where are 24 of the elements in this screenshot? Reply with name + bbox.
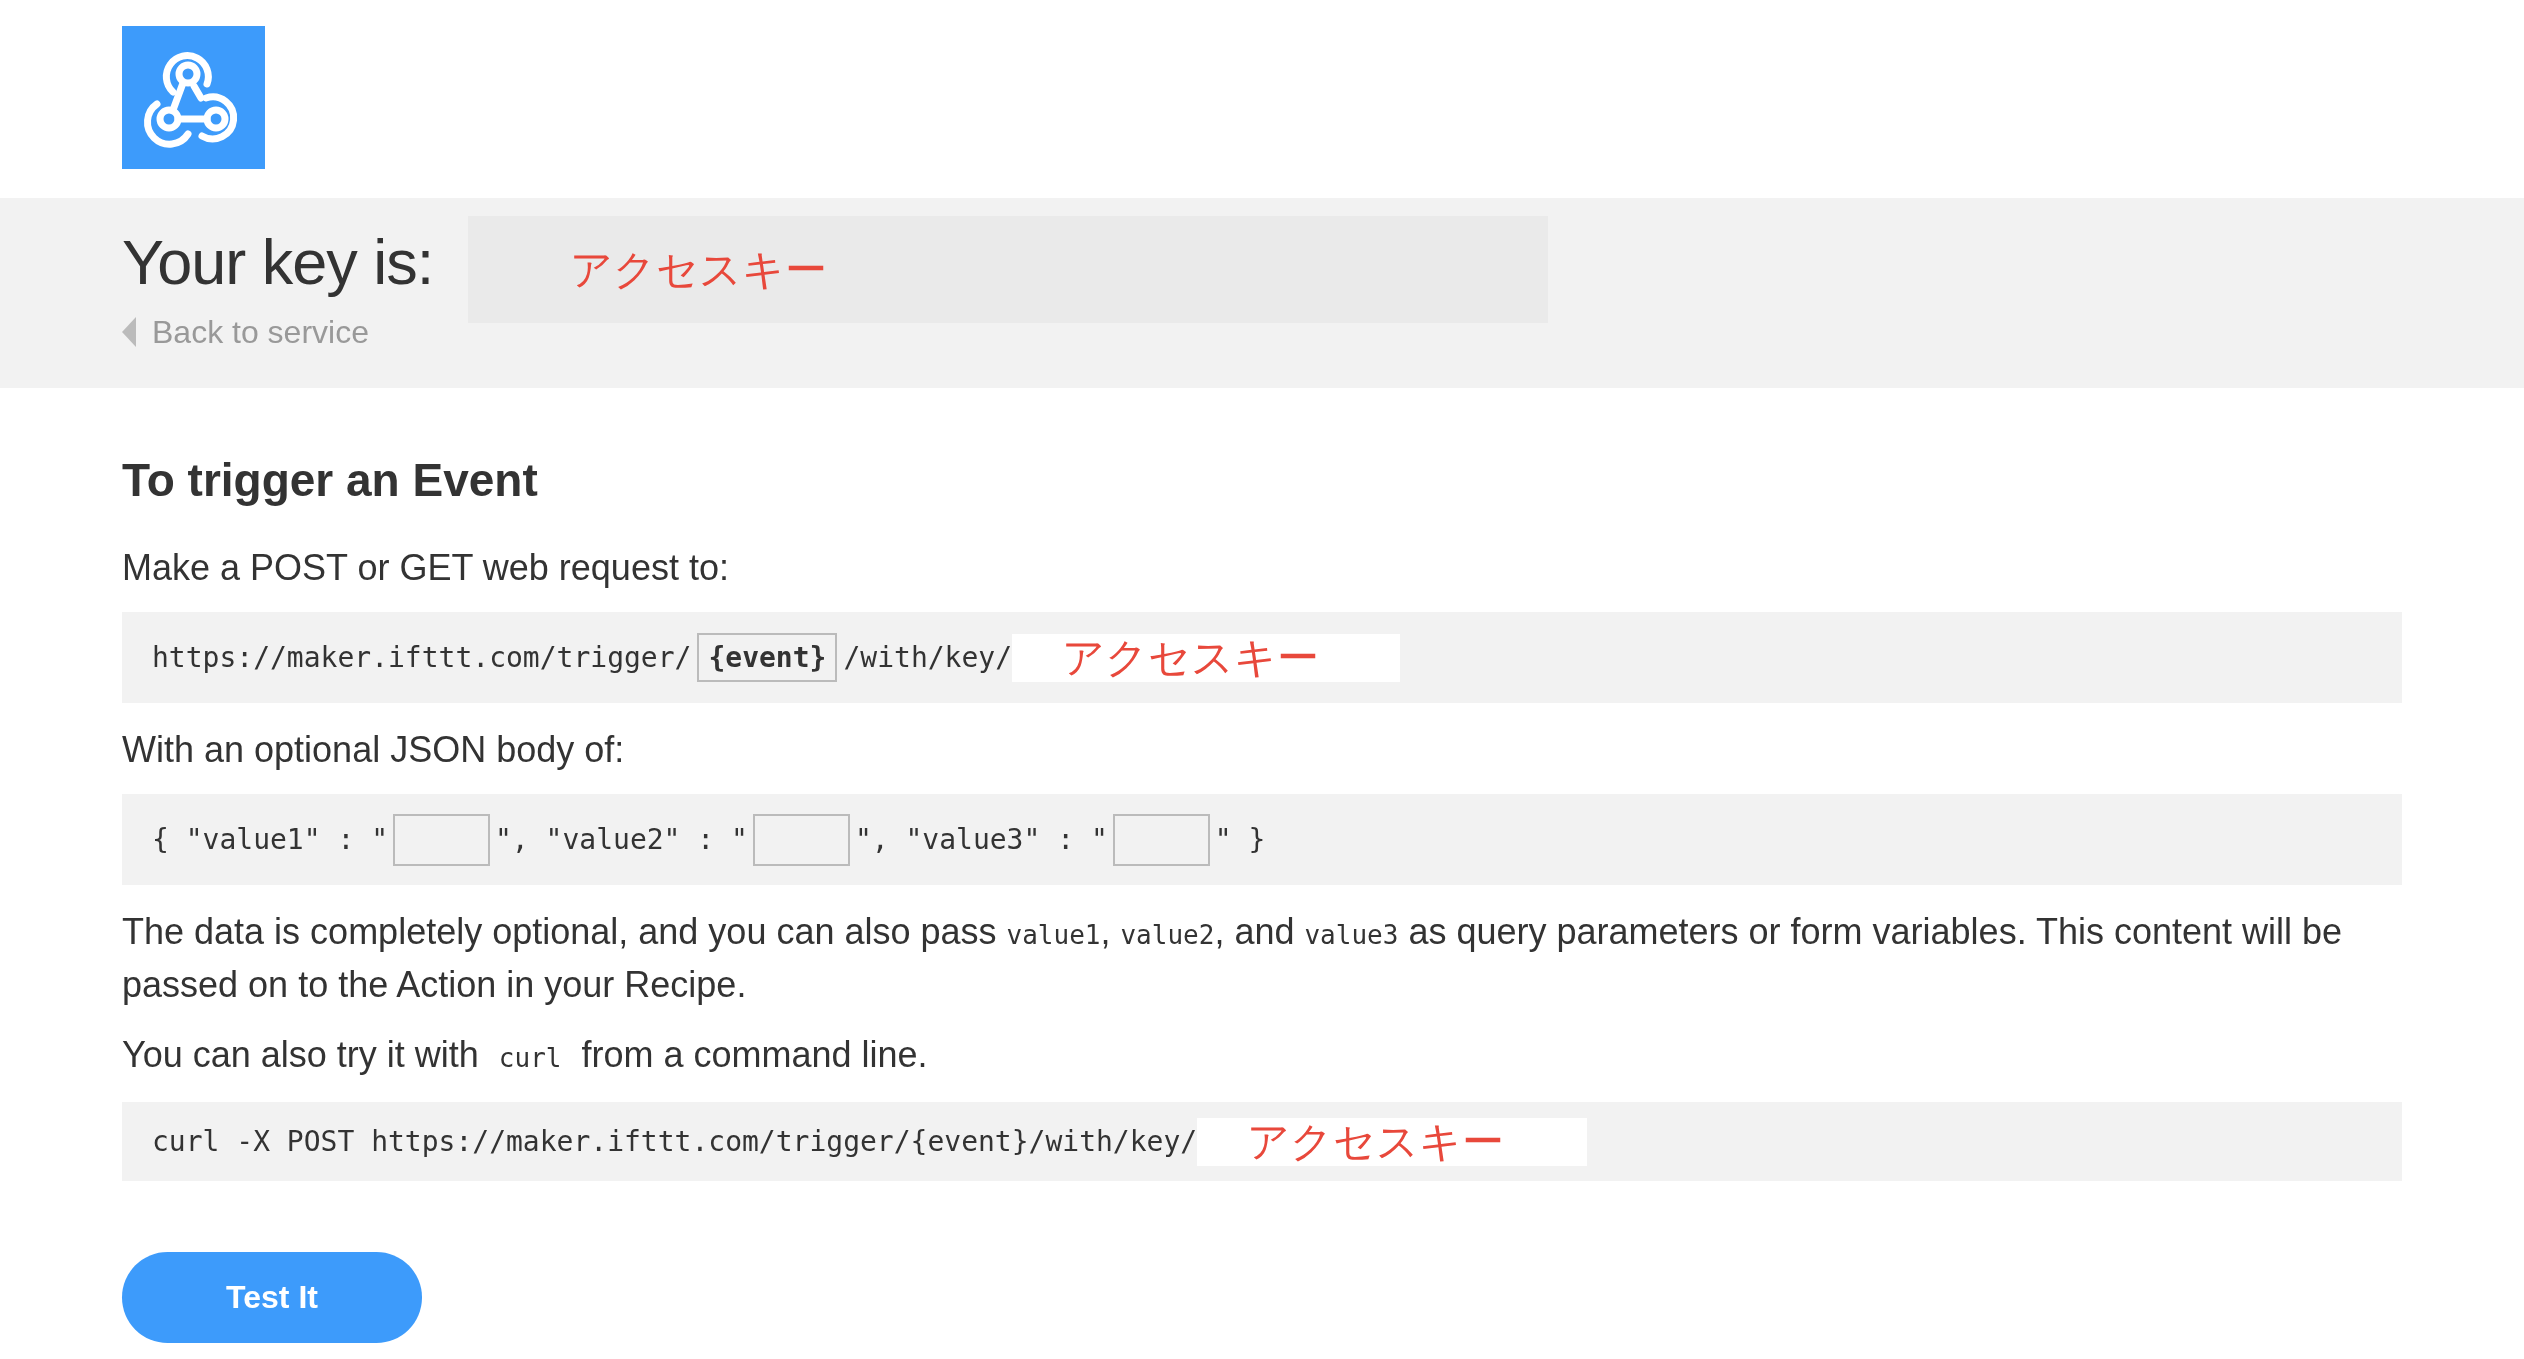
access-key-label: アクセスキー xyxy=(1197,1117,1588,1166)
key-title: Your key is: xyxy=(122,226,434,299)
back-link[interactable]: Back to service xyxy=(122,312,369,352)
json-code-text: ", "value2" : " xyxy=(495,823,748,856)
caret-left-icon xyxy=(122,317,136,347)
value-input[interactable] xyxy=(1112,813,1210,866)
value-input[interactable] xyxy=(393,813,490,866)
request-intro: Make a POST or GET web request to: xyxy=(122,546,730,590)
url-path: /with/key/ xyxy=(843,641,1013,674)
json-code-text: " } xyxy=(1214,823,1266,856)
curl-command-text: curl -X POST https://maker.ifttt.com/trigger/{event}/with/key/ xyxy=(152,1125,1198,1158)
value-input[interactable] xyxy=(752,813,850,866)
event-field[interactable]: {event} xyxy=(697,633,838,682)
json-code-text: ", "value3" : " xyxy=(854,823,1108,856)
test-button[interactable]: Test It xyxy=(122,1252,422,1343)
curl-intro: You can also try it with curl from a command line. xyxy=(122,1033,929,1077)
access-key-label: アクセスキー xyxy=(1012,633,1401,682)
key-display: アクセスキー xyxy=(468,216,1549,323)
url-prefix: https://maker.ifttt.com/trigger/ xyxy=(152,641,692,674)
logo-icon xyxy=(122,26,265,169)
section-heading: To trigger an Event xyxy=(122,453,539,508)
json-code-text: { "value1" : " xyxy=(152,823,388,856)
body-intro: With an optional JSON body of: xyxy=(122,728,626,772)
data-note: The data is completely optional, and you can also pass value1, value2, and value3 as query parameters or form variables. This content will be passed on to the Action in your Recipe. xyxy=(122,910,2344,1007)
